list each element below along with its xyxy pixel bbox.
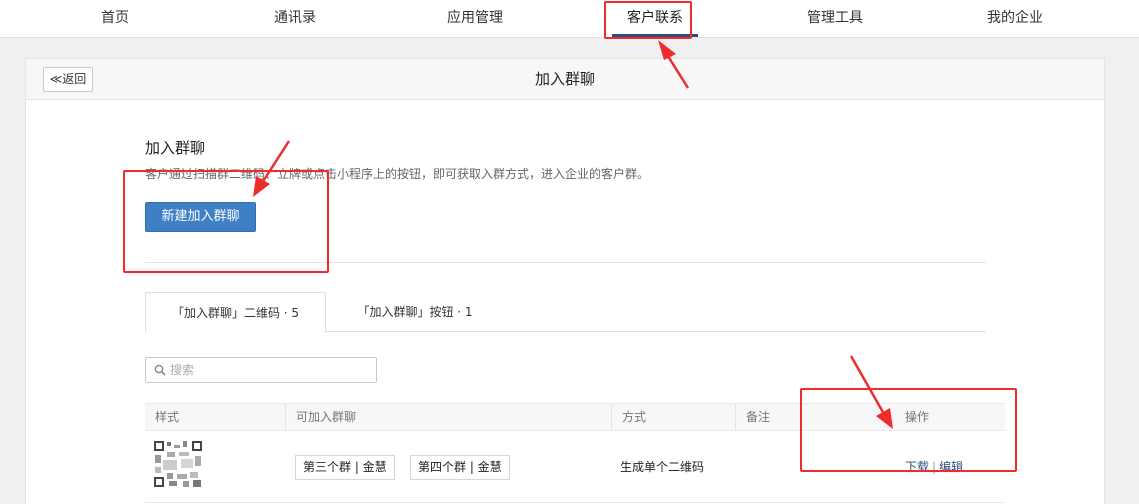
- new-join-group-button[interactable]: 新建加入群聊: [145, 202, 256, 232]
- nav-item-my-enterprise[interactable]: 我的企业: [970, 0, 1060, 38]
- nav-item-app-management[interactable]: 应用管理: [430, 0, 520, 38]
- group-chip: 第三个群 | 金慧: [295, 455, 395, 480]
- column-header-style: 样式: [155, 410, 180, 424]
- action-separator: |: [932, 460, 937, 474]
- table-header: 样式 可加入群聊 方式 备注 操作: [145, 403, 1005, 431]
- column-header-method: 方式: [611, 404, 735, 430]
- method-text: 生成单个二维码: [620, 460, 705, 474]
- section-title: 加入群聊: [145, 139, 206, 157]
- nav-item-home[interactable]: 首页: [75, 0, 155, 38]
- tab-button[interactable]: 「加入群聊」按钮 · 1: [335, 292, 495, 332]
- search-box: [145, 357, 377, 383]
- nav-item-customer-contact[interactable]: 客户联系: [612, 0, 698, 38]
- tab-bar: 「加入群聊」二维码 · 5 「加入群聊」按钮 · 1: [145, 292, 986, 333]
- qrcode-thumbnail: [153, 440, 203, 488]
- back-button[interactable]: ≪返回: [43, 67, 93, 92]
- divider: [145, 262, 986, 263]
- column-header-groups: 可加入群聊: [285, 404, 611, 430]
- search-input[interactable]: [170, 360, 370, 380]
- column-header-actions: 操作: [905, 410, 930, 424]
- nav-active-underline: [612, 34, 698, 37]
- section-description: 客户通过扫描群二维码、立牌或点击小程序上的按钮，即可获取入群方式，进入企业的客户…: [145, 167, 650, 181]
- nav-item-contacts[interactable]: 通讯录: [255, 0, 335, 38]
- table-row: 第三个群 | 金慧 第四个群 | 金慧 生成单个二维码 下载 | 编辑: [145, 431, 1005, 503]
- nav-item-management-tools[interactable]: 管理工具: [790, 0, 880, 38]
- annotation-arrow-nav-head: [658, 40, 676, 60]
- group-chip: 第四个群 | 金慧: [410, 455, 510, 480]
- top-nav: 首页 通讯录 应用管理 客户联系 管理工具 我的企业: [0, 0, 1139, 38]
- edit-link[interactable]: 编辑: [939, 460, 963, 474]
- main-card: 加入群聊 ≪返回 加入群聊 客户通过扫描群二维码、立牌或点击小程序上的按钮，即可…: [25, 58, 1105, 504]
- search-icon: [154, 364, 166, 376]
- tab-qrcode[interactable]: 「加入群聊」二维码 · 5: [145, 292, 326, 333]
- column-header-note: 备注: [735, 404, 895, 430]
- download-link[interactable]: 下载: [905, 460, 929, 474]
- card-header: 加入群聊 ≪返回: [26, 59, 1104, 100]
- row-actions: 下载 | 编辑: [905, 455, 963, 480]
- page-title: 加入群聊: [534, 70, 595, 88]
